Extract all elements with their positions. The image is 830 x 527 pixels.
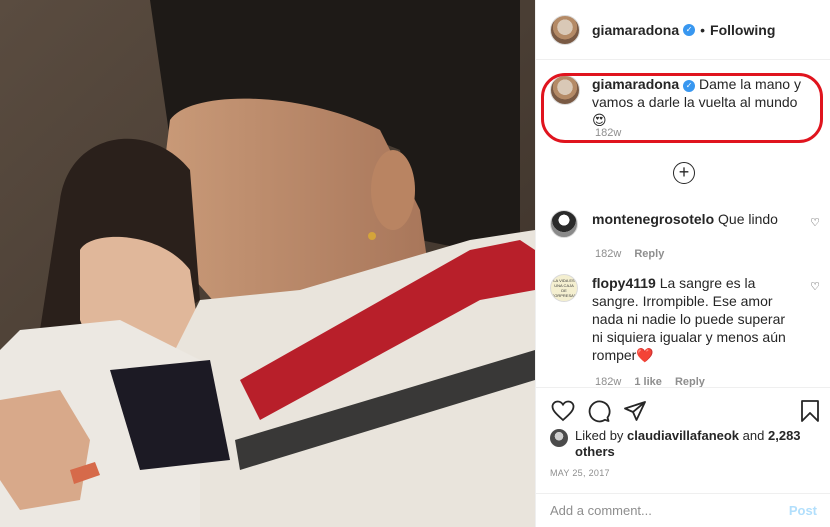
likes-text: Liked by claudiavillafaneok and 2,283 ot…	[575, 428, 805, 460]
comment-text-block: montenegrosotelo Que lindo	[592, 210, 792, 238]
post-side-panel: giamaradona ✓ • Following giamaradona ✓ D…	[535, 0, 830, 527]
likes-prefix: Liked by	[575, 428, 624, 443]
likes-and: and	[742, 428, 765, 443]
caption-timestamp[interactable]: 182w	[595, 127, 621, 139]
photo-illustration	[0, 0, 535, 527]
add-comment-bar: Post	[536, 493, 830, 527]
commenter-avatar[interactable]: LA VIDA ES UNA CAJA DE SORPRESAS	[550, 274, 578, 302]
comment-text-block: flopy4119 La sangre es la sangre. Irromp…	[592, 274, 792, 364]
post-header: giamaradona ✓ • Following	[536, 0, 830, 60]
likes-summary: Liked by claudiavillafaneok and 2,283 ot…	[550, 428, 805, 460]
post-comment-button[interactable]: Post	[789, 503, 817, 518]
comment-username[interactable]: flopy4119	[592, 275, 656, 291]
comment-icon[interactable]	[586, 398, 612, 424]
author-avatar[interactable]	[550, 14, 580, 45]
caption-text-block: giamaradona ✓ Dame la mano y vamos a darl…	[592, 75, 807, 129]
comment-reply-button[interactable]: Reply	[634, 248, 664, 260]
caption-author-avatar[interactable]	[550, 75, 580, 105]
comment-text: Que lindo	[718, 211, 778, 227]
post-caption: giamaradona ✓ Dame la mano y vamos a darl…	[536, 75, 830, 139]
following-button[interactable]: Following	[710, 22, 775, 38]
commenter-avatar[interactable]	[550, 210, 578, 238]
load-more-comments-icon[interactable]: +	[673, 162, 695, 184]
comment-timestamp[interactable]: 182w	[595, 248, 621, 260]
comment-item: LA VIDA ES UNA CAJA DE SORPRESAS flopy41…	[550, 274, 820, 388]
caption-username[interactable]: giamaradona	[592, 76, 679, 92]
caption-verified-badge-icon: ✓	[683, 80, 696, 92]
comment-username[interactable]: montenegrosotelo	[592, 211, 714, 227]
post-photo[interactable]	[0, 0, 535, 527]
post-date[interactable]: MAY 25, 2017	[550, 468, 610, 478]
comment-like-heart-icon[interactable]: ♡	[810, 280, 820, 293]
verified-badge-icon: ✓	[683, 23, 696, 36]
author-username[interactable]: giamaradona	[592, 22, 679, 38]
action-icons	[550, 398, 648, 424]
post-actions-section: Liked by claudiavillafaneok and 2,283 ot…	[536, 387, 830, 525]
liker-avatar[interactable]	[550, 429, 568, 447]
bookmark-icon[interactable]	[797, 398, 823, 424]
comment-like-heart-icon[interactable]: ♡	[810, 216, 820, 229]
heart-icon[interactable]	[550, 398, 576, 424]
comment-item: montenegrosotelo Que lindo ♡ 182w Reply	[550, 210, 820, 260]
liker-username[interactable]: claudiavillafaneok	[627, 428, 739, 443]
share-icon[interactable]	[622, 398, 648, 424]
comment-meta: 182w Reply	[595, 248, 820, 260]
add-comment-input[interactable]	[550, 503, 789, 518]
separator-dot: •	[700, 21, 706, 38]
